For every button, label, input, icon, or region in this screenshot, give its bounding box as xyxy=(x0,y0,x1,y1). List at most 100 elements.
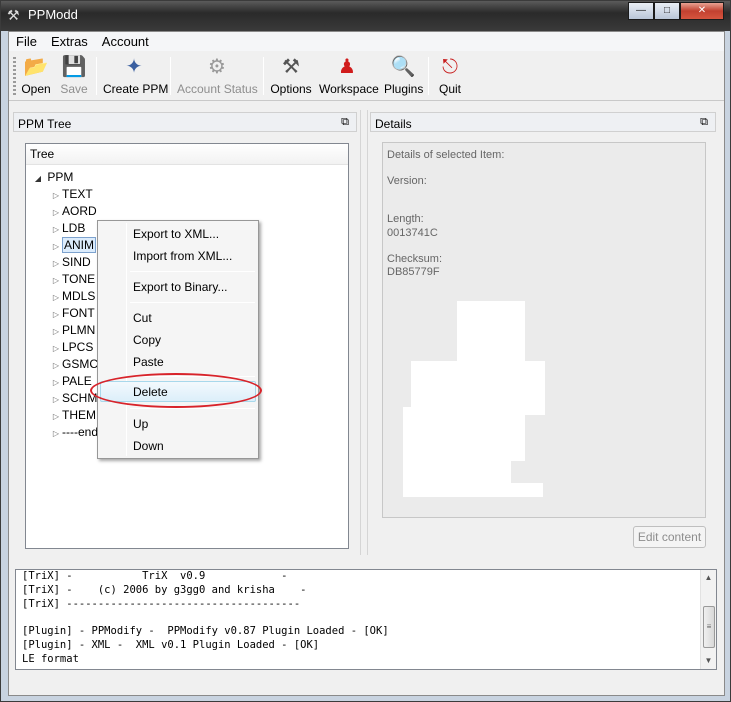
expand-triangle-icon[interactable]: ▷ xyxy=(50,204,62,221)
tree-node[interactable]: ▷ LPCS xyxy=(50,339,93,356)
expand-triangle-icon[interactable]: ▷ xyxy=(50,425,62,442)
tree-node[interactable]: ▷ ANIM xyxy=(50,237,96,254)
toolbar-separator xyxy=(428,57,429,95)
log-line: [Plugin] - PPModify - PPModify v0.87 Plu… xyxy=(22,625,389,638)
log-lines: [TriX] - TriX v0.9 - [TriX] - (c) 2006 by… xyxy=(22,570,389,667)
tree-node-label: GSMC xyxy=(62,357,98,371)
quit-button[interactable]: ⎋ Quit xyxy=(435,54,465,98)
tree-column-header[interactable]: Tree xyxy=(26,144,348,165)
tree-node[interactable]: ▷ AORD xyxy=(50,203,97,220)
tree-node[interactable]: ▷ MDLS xyxy=(50,288,95,305)
tree-node-label: SIND xyxy=(62,255,91,269)
log-output[interactable]: [TriX] - TriX v0.9 - [TriX] - (c) 2006 by… xyxy=(15,569,717,670)
scroll-down-icon[interactable]: ▼ xyxy=(701,653,716,669)
options-button[interactable]: ⚒ Options xyxy=(269,54,313,98)
expand-triangle-icon[interactable]: ▷ xyxy=(50,323,62,340)
tree-node[interactable]: ▷ SIND xyxy=(50,254,91,271)
log-line: [Plugin] - XML - XML v0.1 Plugin Loaded … xyxy=(22,638,320,651)
edit-content-button[interactable]: Edit content xyxy=(633,526,706,548)
expand-triangle-icon[interactable]: ▷ xyxy=(50,221,62,238)
tree-node-label: TONE xyxy=(62,272,96,286)
details-pane-header: Details ⧉ xyxy=(370,112,716,132)
toolbar-separator xyxy=(263,57,264,95)
tree-node-label: THEM xyxy=(62,408,96,422)
delete-highlight-annotation xyxy=(90,373,262,408)
expand-triangle-icon[interactable]: ▷ xyxy=(50,340,62,357)
tree-node[interactable]: ▷ THEM xyxy=(50,407,96,424)
tree-node-label: ANIM xyxy=(62,237,96,253)
menu-export-xml[interactable]: Export to XML... xyxy=(133,224,219,244)
menu-cut[interactable]: Cut xyxy=(133,308,152,328)
version-label: Version: xyxy=(387,175,427,187)
menu-down[interactable]: Down xyxy=(133,436,164,456)
toolbar: 📂 Open 💾 Save ✦ Create PPM ⚙ Account Sta… xyxy=(9,51,724,101)
length-label: Length: xyxy=(387,213,424,225)
tree-node-label: LPCS xyxy=(62,340,94,354)
tree-node-label: LDB xyxy=(62,221,86,235)
tree-node[interactable]: ▷ GSMC xyxy=(50,356,98,373)
expand-triangle-icon[interactable]: ▷ xyxy=(50,238,62,255)
tree-node[interactable]: ▷ PLMN xyxy=(50,322,95,339)
tree-node[interactable]: ▷ ----end xyxy=(50,424,98,441)
close-icon[interactable]: ✕ xyxy=(680,2,724,20)
scroll-thumb[interactable]: ≡ xyxy=(703,606,715,648)
checksum-value: DB85779F xyxy=(387,266,440,278)
tree-node[interactable]: ▷ LDB xyxy=(50,220,85,237)
log-scrollbar[interactable]: ▲ ≡ ▼ xyxy=(700,570,716,669)
expand-triangle-icon[interactable]: ▷ xyxy=(50,272,62,289)
expand-triangle-icon[interactable]: ▷ xyxy=(50,187,62,204)
menu-paste[interactable]: Paste xyxy=(133,352,164,372)
menu-export-binary[interactable]: Export to Binary... xyxy=(133,277,227,297)
menu-extras[interactable]: Extras xyxy=(44,32,95,51)
expand-triangle-icon[interactable]: ▷ xyxy=(50,289,62,306)
tree-node-label: ----end xyxy=(62,425,99,439)
collapse-triangle-icon[interactable]: ◢ xyxy=(32,170,44,187)
details-heading: Details of selected Item: xyxy=(387,149,505,161)
open-button[interactable]: 📂 Open xyxy=(21,54,51,98)
workspace-button[interactable]: ♟ Workspace xyxy=(319,54,379,98)
account-status-button[interactable]: ⚙ Account Status xyxy=(177,54,258,98)
menu-account[interactable]: Account xyxy=(95,32,156,51)
length-value: 0013741C xyxy=(387,227,438,239)
expand-triangle-icon[interactable]: ▷ xyxy=(50,391,62,408)
expand-triangle-icon[interactable]: ▷ xyxy=(50,306,62,323)
tree-node[interactable]: ▷ PALE xyxy=(50,373,92,390)
expand-triangle-icon[interactable]: ▷ xyxy=(50,374,62,391)
pane-splitter[interactable] xyxy=(360,110,368,555)
tools-icon: ⚒ xyxy=(7,7,20,23)
expand-triangle-icon[interactable]: ▷ xyxy=(50,255,62,272)
menu-up[interactable]: Up xyxy=(133,414,148,434)
magnifier-icon: 🔍 xyxy=(390,56,416,78)
exit-door-icon: ⎋ xyxy=(442,56,458,78)
dock-float-icon[interactable]: ⧉ xyxy=(698,116,710,128)
plugins-button[interactable]: 🔍 Plugins xyxy=(384,54,423,98)
ppm-tree-pane-title: PPM Tree xyxy=(18,117,72,131)
maximize-icon[interactable]: □ xyxy=(654,2,680,20)
menu-file[interactable]: File xyxy=(9,32,44,51)
ppm-tree-pane-header: PPM Tree ⧉ xyxy=(13,112,357,132)
expand-triangle-icon[interactable]: ▷ xyxy=(50,357,62,374)
menu-import-xml[interactable]: Import from XML... xyxy=(133,246,232,266)
menu-separator xyxy=(130,302,255,303)
window-controls: — □ ✕ xyxy=(628,2,724,20)
tree-node[interactable]: ▷ TONE xyxy=(50,271,95,288)
menu-copy[interactable]: Copy xyxy=(133,330,161,350)
tree-node-label: TEXT xyxy=(62,187,93,201)
tree-node-label: FONT xyxy=(62,306,95,320)
create-ppm-button[interactable]: ✦ Create PPM xyxy=(103,54,168,98)
tree-root-node[interactable]: ◢ PPM xyxy=(32,169,73,186)
expand-triangle-icon[interactable]: ▷ xyxy=(50,408,62,425)
tree-node[interactable]: ▷ FONT xyxy=(50,305,95,322)
save-button[interactable]: 💾 Save xyxy=(59,54,89,98)
toolbar-grip[interactable] xyxy=(13,57,16,95)
window-title: PPModd xyxy=(28,7,78,22)
tree-node[interactable]: ▷ TEXT xyxy=(50,186,93,203)
details-pane-title: Details xyxy=(375,117,412,131)
scroll-up-icon[interactable]: ▲ xyxy=(701,570,716,586)
title-bar[interactable]: ⚒ PPModd — □ ✕ xyxy=(1,1,730,31)
wrench-screwdriver-icon: ⚒ xyxy=(282,56,300,78)
minimize-icon[interactable]: — xyxy=(628,2,654,20)
menu-separator xyxy=(130,271,255,272)
dock-float-icon[interactable]: ⧉ xyxy=(339,116,351,128)
